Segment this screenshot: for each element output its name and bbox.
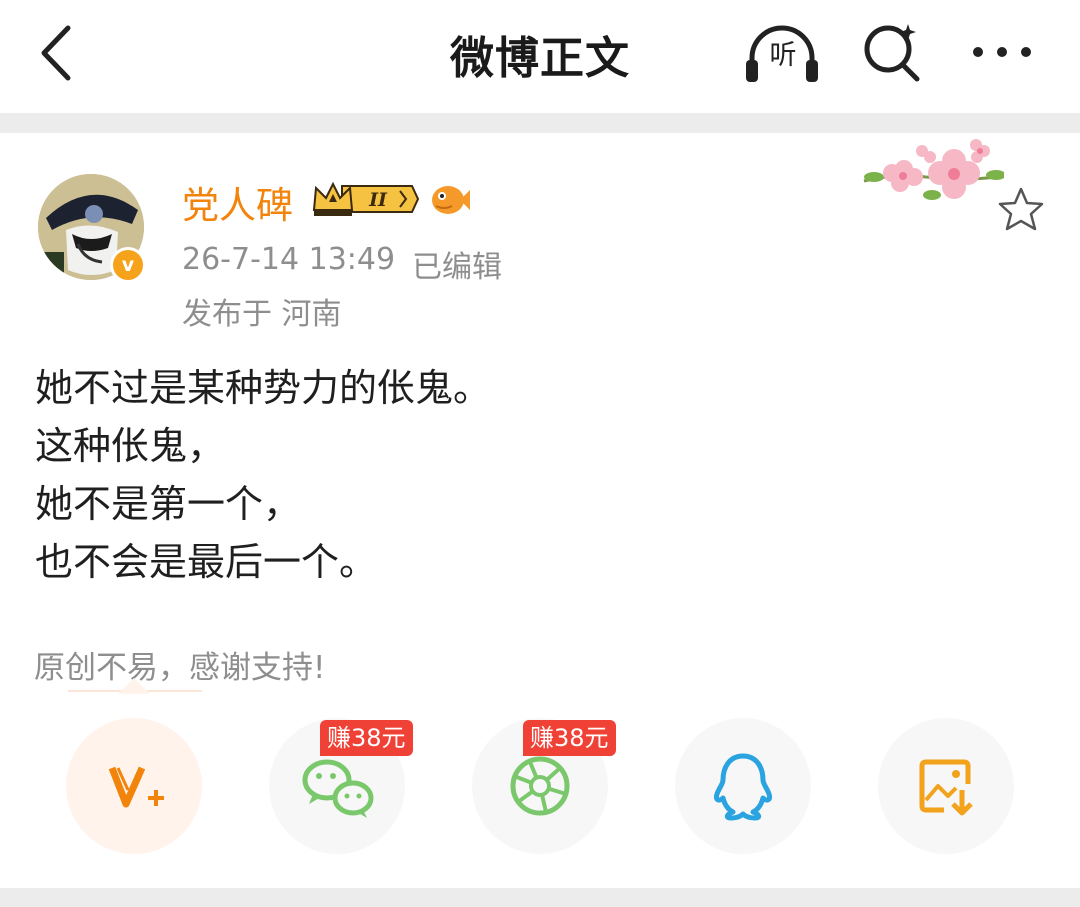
membership-badge[interactable]: II bbox=[312, 180, 420, 218]
favorite-button[interactable] bbox=[997, 186, 1045, 232]
qq-icon bbox=[714, 753, 772, 821]
fan-badge[interactable] bbox=[430, 182, 470, 218]
verified-badge: v bbox=[110, 247, 146, 283]
more-options-button[interactable] bbox=[970, 30, 1034, 74]
section-separator bbox=[0, 113, 1080, 133]
post-location: 发布于 河南 bbox=[182, 297, 342, 332]
cherry-blossom-icon bbox=[863, 139, 1006, 200]
badge-level-text: II bbox=[368, 189, 388, 211]
more-dots-icon bbox=[973, 47, 1031, 57]
qq-share-button[interactable] bbox=[675, 718, 811, 854]
post-card: v 党人碑 II 26-7-14 13:49 已编辑 发布于 河南 她不过是某种… bbox=[0, 133, 1080, 888]
star-icon bbox=[998, 187, 1044, 231]
support-text: 原创不易，感谢支持! bbox=[34, 650, 326, 686]
search-icon bbox=[864, 24, 920, 82]
flower-decoration bbox=[856, 133, 1006, 213]
bottom-separator bbox=[0, 888, 1080, 907]
pointer-arrow bbox=[118, 678, 150, 694]
earn-reward-tag: 赚38元 bbox=[320, 720, 413, 756]
post-content: 她不过是某种势力的伥鬼。 这种伥鬼， 她不是第一个， 也不会是最后一个。 bbox=[35, 359, 491, 591]
save-image-icon bbox=[919, 759, 973, 816]
username[interactable]: 党人碑 bbox=[182, 175, 293, 229]
earn-reward-tag: 赚38元 bbox=[523, 720, 616, 756]
listen-label: 听 bbox=[769, 40, 797, 71]
post-line: 也不会是最后一个。 bbox=[35, 540, 378, 584]
post-line: 她不过是某种势力的伥鬼。 bbox=[35, 366, 492, 410]
post-time: 26-7-14 13:49 bbox=[182, 242, 396, 277]
v-plus-icon bbox=[108, 766, 164, 808]
fish-icon bbox=[432, 186, 470, 214]
top-navigation-bar: 微博正文 听 bbox=[0, 0, 1080, 113]
v-plus-button[interactable] bbox=[66, 718, 202, 854]
post-line: 她不是第一个， bbox=[35, 482, 302, 526]
save-image-button[interactable] bbox=[878, 718, 1014, 854]
crown-icon: II bbox=[312, 181, 420, 216]
search-button[interactable] bbox=[862, 22, 924, 84]
edited-label[interactable]: 已编辑 bbox=[412, 242, 502, 286]
post-line: 这种伥鬼， bbox=[35, 424, 226, 468]
listen-button[interactable]: 听 bbox=[742, 20, 822, 86]
